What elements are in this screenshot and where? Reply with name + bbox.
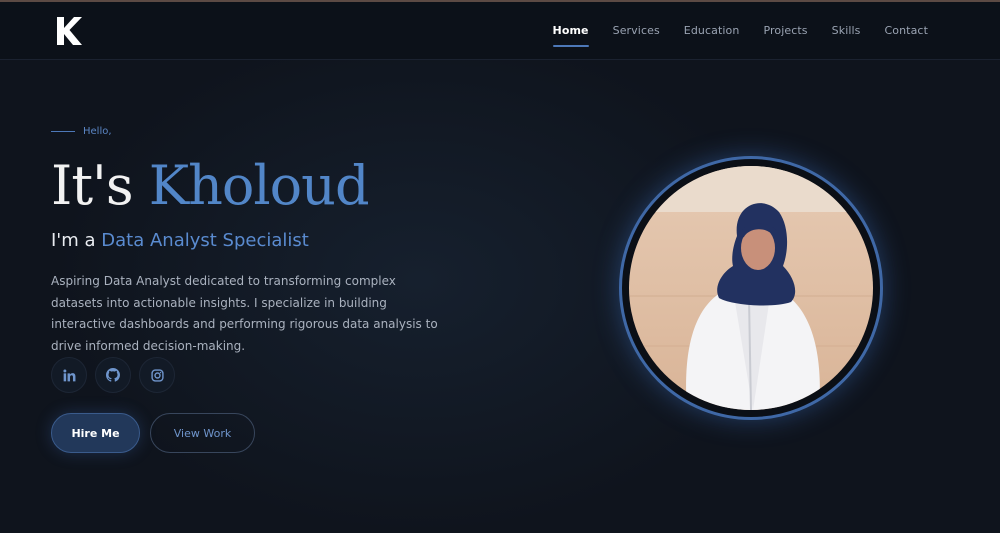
nav-projects[interactable]: Projects xyxy=(763,18,807,43)
nav-skills[interactable]: Skills xyxy=(832,18,861,43)
hero-subheadline: I'm a Data Analyst Specialist xyxy=(51,230,309,251)
social-links xyxy=(51,357,175,393)
greeting: Hello, xyxy=(51,126,112,137)
linkedin-link[interactable] xyxy=(51,357,87,393)
nav-contact[interactable]: Contact xyxy=(885,18,929,43)
instagram-link[interactable] xyxy=(139,357,175,393)
subhead-prefix: I'm a xyxy=(51,230,102,251)
profile-photo-frame xyxy=(619,156,883,420)
greeting-line xyxy=(51,131,75,132)
logo-icon[interactable] xyxy=(55,16,83,46)
profile-photo-illustration xyxy=(629,166,873,410)
linkedin-icon xyxy=(62,368,75,381)
nav-home[interactable]: Home xyxy=(552,18,589,47)
nav-education[interactable]: Education xyxy=(684,18,740,43)
subhead-role: Data Analyst Specialist xyxy=(101,230,309,251)
nav-links: Home Services Education Projects Skills … xyxy=(552,2,929,59)
profile-photo xyxy=(629,166,873,410)
hero-description: Aspiring Data Analyst dedicated to trans… xyxy=(51,274,438,353)
nav-services[interactable]: Services xyxy=(613,18,660,43)
navbar: Home Services Education Projects Skills … xyxy=(0,2,1000,60)
view-work-button[interactable]: View Work xyxy=(150,413,255,453)
headline-prefix: It's xyxy=(51,154,149,217)
hire-me-button[interactable]: Hire Me xyxy=(51,413,140,453)
github-icon xyxy=(106,368,120,382)
instagram-icon xyxy=(150,368,164,382)
greeting-text: Hello, xyxy=(83,126,112,137)
headline-name: Kholoud xyxy=(148,154,370,217)
hero-headline: It's Kholoud xyxy=(51,152,370,220)
github-link[interactable] xyxy=(95,357,131,393)
